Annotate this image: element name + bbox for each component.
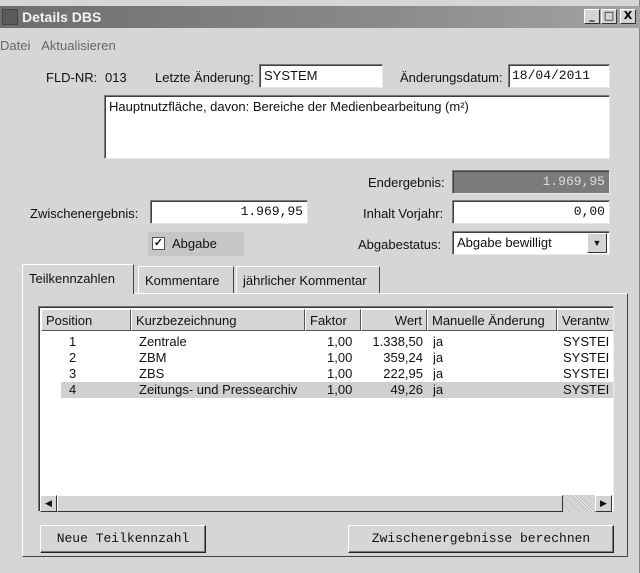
cell-verantw: SYSTEI [563, 366, 610, 381]
cell-manuelle-aenderung: ja [433, 382, 444, 397]
last-change-label: Letzte Änderung: [155, 70, 255, 85]
table-row-selected[interactable]: 4 Zeitungs- und Pressearchiv 1,00 49,26 … [61, 382, 613, 398]
cell-faktor: 1,00 [327, 350, 353, 365]
column-header-kurzbezeichnung[interactable]: Kurzbezeichnung [131, 309, 305, 331]
cell-position: 3 [69, 366, 77, 381]
menu-datei[interactable]: Datei [0, 38, 30, 53]
cell-kurzbezeichnung: ZBS [139, 366, 165, 381]
tab-kommentare[interactable]: Kommentare [138, 266, 234, 294]
cell-faktor: 1,00 [327, 382, 353, 397]
cell-wert: 49,26 [390, 382, 423, 397]
column-header-position[interactable]: Position [41, 309, 131, 331]
zwischenergebnis-label: Zwischenergebnis: [30, 206, 139, 221]
horizontal-scrollbar[interactable]: ◀ ▶ [40, 495, 612, 512]
cell-manuelle-aenderung: ja [433, 366, 444, 381]
abgabe-checkbox[interactable]: ✓ [152, 237, 165, 250]
abgabe-label: Abgabe [172, 236, 217, 251]
change-date-label: Änderungsdatum: [400, 70, 503, 85]
cell-manuelle-aenderung: ja [433, 350, 444, 365]
teilkennzahlen-table[interactable]: Position Kurzbezeichnung Faktor Wert Man… [38, 306, 614, 512]
cell-wert: 1.338,50 [372, 334, 423, 349]
inhalt-vorjahr-field[interactable]: 0,00 [452, 200, 610, 224]
window-title: Details DBS [22, 9, 102, 25]
inhalt-vorjahr-label: Inhalt Vorjahr: [363, 206, 444, 221]
cell-verantw: SYSTEI [563, 334, 610, 349]
scrollbar-track[interactable] [563, 495, 595, 512]
table-row[interactable]: 1 Zentrale 1,00 1.338,50 ja SYSTEI [41, 334, 613, 350]
endergebnis-field: 1.969,95 [452, 170, 610, 194]
cell-wert: 222,95 [383, 366, 423, 381]
column-header-manuelle-aenderung[interactable]: Manuelle Änderung [427, 309, 557, 331]
cell-faktor: 1,00 [327, 366, 353, 381]
menu-bar: Datei Aktualisieren [0, 38, 124, 56]
chevron-down-icon[interactable]: ▼ [587, 233, 607, 253]
abgabestatus-value: Abgabe bewilligt [457, 235, 552, 250]
column-header-verantw[interactable]: Verantw [557, 309, 613, 331]
column-header-wert[interactable]: Wert [361, 309, 427, 331]
cell-manuelle-aenderung: ja [433, 334, 444, 349]
cell-verantw: SYSTEI [563, 350, 610, 365]
scroll-right-icon[interactable]: ▶ [595, 495, 612, 512]
new-teilkennzahl-button[interactable]: Neue Teilkennzahl [40, 525, 206, 553]
maximize-button[interactable]: □ [601, 9, 617, 24]
cell-kurzbezeichnung: Zeitungs- und Pressearchiv [139, 382, 298, 397]
description-field[interactable]: Hauptnutzfläche, davon: Bereiche der Med… [104, 95, 610, 159]
last-change-field[interactable]: SYSTEM [259, 64, 383, 88]
abgabe-checkbox-group[interactable]: ✓ Abgabe [148, 232, 244, 256]
fld-nr-label: FLD-NR: [46, 70, 98, 85]
table-row[interactable]: 3 ZBS 1,00 222,95 ja SYSTEI [41, 366, 613, 382]
tab-teilkennzahlen[interactable]: Teilkennzahlen [22, 264, 134, 294]
scrollbar-thumb[interactable] [57, 495, 563, 512]
table-row[interactable]: 2 ZBM 1,00 359,24 ja SYSTEI [41, 350, 613, 366]
fld-nr-value: 013 [105, 70, 127, 85]
change-date-field[interactable]: 18/04/2011 [508, 64, 610, 88]
zwischenergebnis-field[interactable]: 1.969,95 [150, 200, 308, 224]
column-header-faktor[interactable]: Faktor [305, 309, 361, 331]
cell-faktor: 1,00 [327, 334, 353, 349]
abgabestatus-label: Abgabestatus: [358, 237, 442, 252]
title-bar[interactable]: Details DBS _ □ X [0, 6, 640, 28]
endergebnis-label: Endergebnis: [368, 175, 445, 190]
app-icon[interactable] [2, 9, 18, 25]
cell-position: 4 [69, 382, 77, 397]
cell-verantw: SYSTEI [563, 382, 610, 397]
cell-kurzbezeichnung: Zentrale [139, 334, 187, 349]
scroll-left-icon[interactable]: ◀ [40, 495, 57, 512]
minimize-button[interactable]: _ [584, 9, 600, 24]
compute-intermediate-results-button[interactable]: Zwischenergebnisse berechnen [348, 525, 614, 553]
table-header: Position Kurzbezeichnung Faktor Wert Man… [41, 309, 613, 331]
cell-position: 2 [69, 350, 77, 365]
tab-jaehrlicher-kommentar[interactable]: jährlicher Kommentar [236, 266, 380, 294]
cell-wert: 359,24 [383, 350, 423, 365]
menu-aktualisieren[interactable]: Aktualisieren [41, 38, 115, 53]
cell-kurzbezeichnung: ZBM [139, 350, 167, 365]
details-window: Details DBS _ □ X Datei Aktualisieren FL… [0, 0, 640, 573]
cell-position: 1 [69, 334, 77, 349]
close-button[interactable]: X [620, 9, 636, 24]
